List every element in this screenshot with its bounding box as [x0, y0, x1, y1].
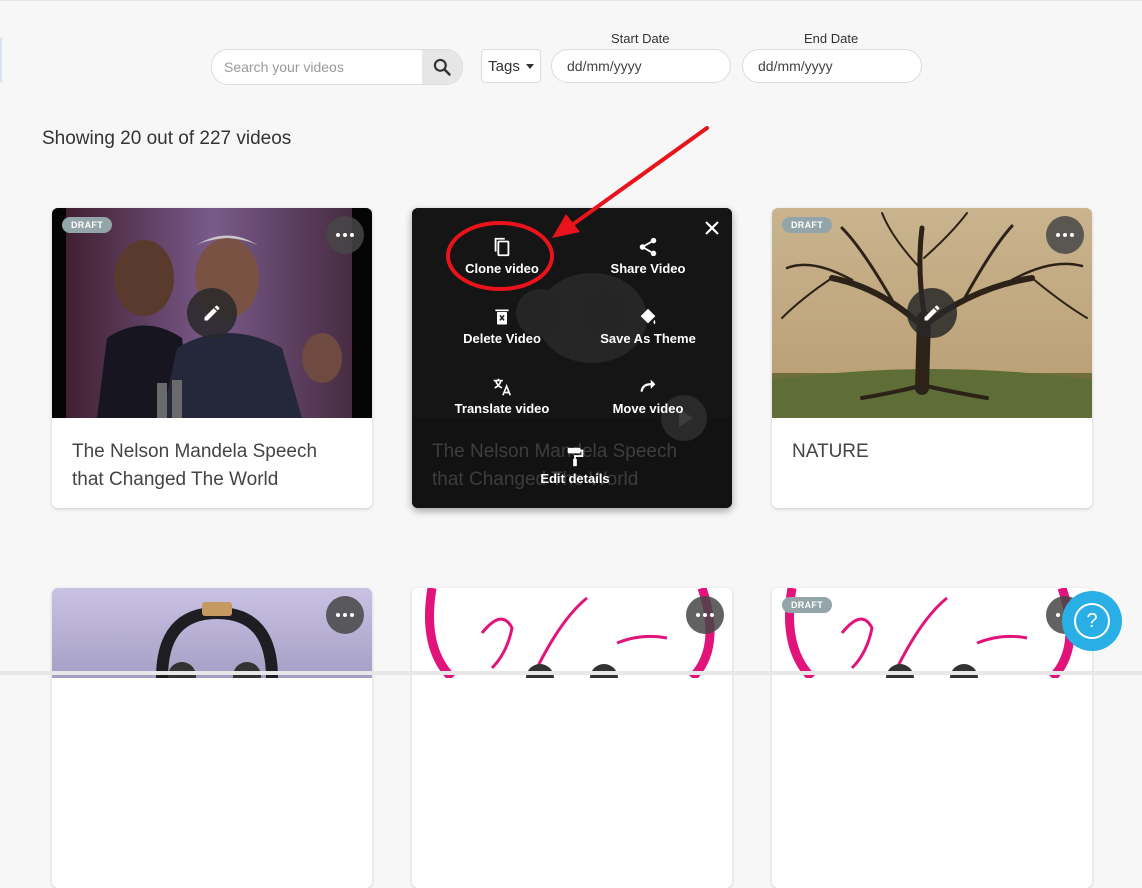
search-icon	[433, 58, 451, 76]
video-thumbnail[interactable]: DRAFT	[772, 208, 1092, 418]
video-card[interactable]: DRAFT NATURE	[772, 208, 1092, 508]
redo-arrow-icon	[640, 379, 656, 392]
caret-down-icon	[525, 63, 534, 69]
dot	[336, 613, 340, 617]
delete-video-label: Delete Video	[463, 331, 541, 346]
share-video-label: Share Video	[610, 261, 686, 276]
dot	[350, 233, 354, 237]
paint-roller-icon	[567, 447, 584, 467]
move-video-option[interactable]: Move video	[578, 376, 718, 416]
save-as-theme-label: Save As Theme	[600, 331, 696, 346]
search-button[interactable]	[422, 50, 462, 84]
video-card[interactable]	[412, 588, 732, 888]
share-icon	[639, 237, 657, 257]
dot	[696, 613, 700, 617]
dot	[336, 233, 340, 237]
dot	[710, 613, 714, 617]
more-options-button[interactable]	[1046, 216, 1084, 254]
question-icon: ?	[1074, 603, 1110, 639]
draft-badge: DRAFT	[782, 597, 832, 613]
video-thumbnail[interactable]: DRAFT	[52, 208, 372, 418]
share-video-option[interactable]: Share Video	[578, 236, 718, 276]
video-card[interactable]	[52, 588, 372, 888]
draft-badge: DRAFT	[62, 217, 112, 233]
dot	[1056, 613, 1060, 617]
edit-details-label: Edit details	[540, 471, 610, 486]
tags-dropdown[interactable]: Tags	[481, 49, 541, 83]
more-options-button[interactable]	[326, 216, 364, 254]
close-icon	[705, 221, 719, 235]
start-date-input[interactable]: dd/mm/yyyy	[551, 49, 731, 83]
help-button[interactable]: ?	[1062, 591, 1122, 651]
headphones-thumbnail-image	[52, 588, 372, 678]
clone-video-option[interactable]: Clone video	[432, 236, 572, 276]
end-date-input[interactable]: dd/mm/yyyy	[742, 49, 922, 83]
dot	[1063, 233, 1067, 237]
video-card[interactable]: DRAFT The Nelson Mandela Speech that Cha…	[52, 208, 372, 508]
save-as-theme-option[interactable]: Save As Theme	[578, 306, 718, 346]
dot	[1056, 233, 1060, 237]
help-symbol: ?	[1086, 609, 1098, 632]
search-input[interactable]	[212, 50, 422, 84]
search-box	[211, 49, 463, 85]
video-title[interactable]: NATURE	[792, 438, 1072, 466]
dot	[703, 613, 707, 617]
trash-icon	[495, 309, 509, 325]
dot	[350, 613, 354, 617]
pencil-icon	[204, 305, 220, 321]
draft-badge: DRAFT	[782, 217, 832, 233]
pencil-icon	[924, 305, 940, 321]
edit-button[interactable]	[907, 288, 957, 338]
edit-button[interactable]	[187, 288, 237, 338]
start-date-label: Start Date	[611, 31, 670, 46]
delete-video-option[interactable]: Delete Video	[432, 306, 572, 346]
translate-video-label: Translate video	[454, 401, 550, 416]
dot	[1070, 233, 1074, 237]
clone-video-label: Clone video	[465, 261, 539, 276]
end-date-label: End Date	[804, 31, 859, 46]
more-options-button[interactable]	[686, 596, 724, 634]
video-count-text: Showing 20 out of 227 videos	[42, 128, 292, 149]
edit-details-option[interactable]: Edit details	[505, 446, 645, 486]
dot	[343, 613, 347, 617]
video-options-menu: The Nelson Mandela Speech that Changed T…	[412, 208, 732, 508]
translate-icon	[493, 378, 512, 396]
paint-bucket-icon	[640, 308, 656, 325]
left-edge-strip	[0, 38, 2, 82]
dot	[343, 233, 347, 237]
tags-label: Tags	[488, 57, 520, 75]
video-title[interactable]: The Nelson Mandela Speech that Changed T…	[72, 438, 352, 494]
video-card[interactable]: DRAFT	[772, 588, 1092, 888]
copy-icon	[494, 237, 510, 257]
top-border	[0, 0, 1142, 1]
translate-video-option[interactable]: Translate video	[432, 376, 572, 416]
move-video-label: Move video	[612, 401, 684, 416]
bottom-scroll-edge	[0, 671, 1142, 675]
more-options-button[interactable]	[326, 596, 364, 634]
logo-thumbnail-image	[412, 588, 732, 678]
